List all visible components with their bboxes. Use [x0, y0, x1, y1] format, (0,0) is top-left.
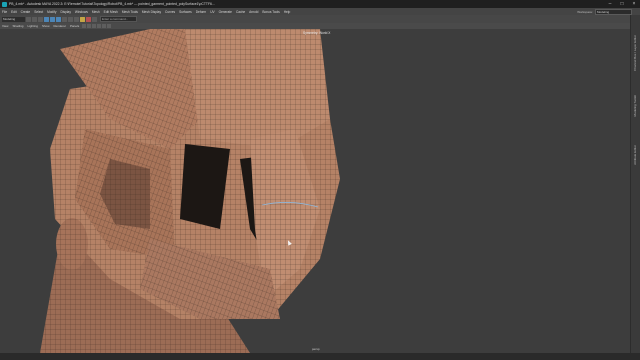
menu-create[interactable]: Create: [19, 10, 33, 14]
ipr-render-icon[interactable]: [86, 16, 91, 22]
menu-edit-mesh[interactable]: Edit Mesh: [102, 10, 120, 14]
tab-attribute-editor[interactable]: Attribute Editor: [633, 145, 639, 165]
open-scene-icon[interactable]: [32, 16, 37, 22]
title-bar: PB_4.mb* - Autodesk MAYA 2022.3: E:\Remo…: [0, 0, 640, 8]
workspace-dropdown[interactable]: Modeling: [595, 8, 632, 15]
bottom-bar: [0, 353, 640, 360]
right-side-tabs: Channel Box / Layer Editor Modeling Tool…: [630, 15, 640, 353]
panel-menu-view[interactable]: View: [0, 24, 10, 28]
camera-icon[interactable]: [82, 24, 87, 28]
minimize-icon[interactable]: –: [604, 0, 616, 8]
menu-uv[interactable]: UV: [208, 10, 216, 14]
new-scene-icon[interactable]: [26, 16, 31, 22]
main-menu-bar: File Edit Create Select Modify Display W…: [0, 8, 640, 15]
menu-file[interactable]: File: [0, 10, 9, 14]
menu-modify[interactable]: Modify: [45, 10, 58, 14]
workspace-selector: Workspace: Modeling: [577, 8, 632, 15]
menu-deform[interactable]: Deform: [194, 10, 208, 14]
maximize-icon[interactable]: □: [616, 0, 628, 8]
wireframe-icon[interactable]: [92, 24, 97, 28]
close-icon[interactable]: ×: [628, 0, 640, 8]
smooth-shade-icon[interactable]: [97, 24, 102, 28]
select-by-object-icon[interactable]: [50, 16, 55, 22]
menu-surfaces[interactable]: Surfaces: [177, 10, 194, 14]
xray-icon[interactable]: [107, 24, 112, 28]
menu-edit[interactable]: Edit: [9, 10, 19, 14]
menu-mesh[interactable]: Mesh: [90, 10, 102, 14]
snap-point-icon[interactable]: [74, 16, 79, 22]
window-controls: – □ ×: [604, 0, 640, 8]
panel-menu-renderer[interactable]: Renderer: [52, 24, 69, 28]
3d-viewport[interactable]: Symmetry: World X persp: [0, 29, 630, 353]
menu-windows[interactable]: Windows: [73, 10, 90, 14]
save-scene-icon[interactable]: [38, 16, 43, 22]
maya-logo-icon: [2, 1, 7, 7]
command-input[interactable]: Enter a command...: [100, 16, 137, 22]
menu-generate[interactable]: Generate: [217, 10, 234, 14]
menu-select[interactable]: Select: [32, 10, 45, 14]
workspace-label: Workspace:: [577, 9, 593, 14]
menu-set-dropdown[interactable]: Modeling: [2, 16, 25, 22]
panel-menu-show[interactable]: Show: [40, 24, 52, 28]
snap-grid-icon[interactable]: [62, 16, 67, 22]
panel-menu-lighting[interactable]: Lighting: [25, 24, 40, 28]
menu-display[interactable]: Display: [58, 10, 72, 14]
panel-menu-shading[interactable]: Shading: [10, 24, 25, 28]
menu-mesh-tools[interactable]: Mesh Tools: [120, 10, 140, 14]
menu-mesh-display[interactable]: Mesh Display: [140, 10, 163, 14]
render-icon[interactable]: [80, 16, 85, 22]
menu-help[interactable]: Help: [282, 10, 293, 14]
menu-cache[interactable]: Cache: [234, 10, 247, 14]
textured-icon[interactable]: [102, 24, 107, 28]
select-by-hierarchy-icon[interactable]: [44, 16, 49, 22]
snap-curve-icon[interactable]: [68, 16, 73, 22]
symmetry-label: Symmetry: World X: [303, 31, 331, 35]
window-title: PB_4.mb* - Autodesk MAYA 2022.3: E:\Remo…: [9, 2, 215, 6]
menu-arnold[interactable]: Arnold: [247, 10, 260, 14]
menu-bonus-tools[interactable]: Bonus Tools: [260, 10, 281, 14]
render-settings-icon[interactable]: [92, 16, 97, 22]
menu-curves[interactable]: Curves: [163, 10, 177, 14]
tab-modeling-toolkit[interactable]: Modeling Toolkit: [633, 95, 639, 116]
tab-channel-box[interactable]: Channel Box / Layer Editor: [633, 35, 639, 71]
panel-menu-panels[interactable]: Panels: [68, 24, 81, 28]
robot-head-mesh: [40, 29, 340, 353]
camera-label: persp: [312, 347, 320, 351]
select-by-component-icon[interactable]: [56, 16, 61, 22]
grid-toggle-icon[interactable]: [87, 24, 92, 28]
